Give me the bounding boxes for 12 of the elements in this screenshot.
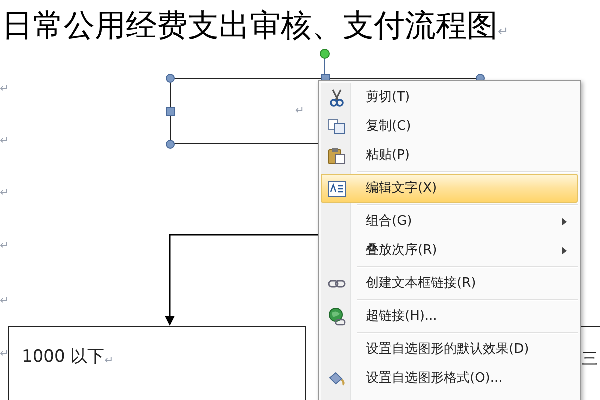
paragraph-mark: ↵ [0,83,10,95]
box-text: 1000 以下 [22,346,105,369]
paragraph-mark: ↵ [498,24,509,42]
document-title: 日常公用经费支出审核、支付流程图 [2,7,498,46]
paragraph-mark: ↵ [0,295,10,307]
paragraph-mark: ↵ [0,240,10,252]
paragraph-mark: ↵ [104,353,114,369]
paragraph-mark: ↵ [0,135,10,147]
paragraph-mark: ↵ [0,187,10,199]
paragraph-mark: ↵ [295,102,305,119]
paragraph-mark: ↵ [0,348,10,360]
box-text: 三 [582,349,598,368]
